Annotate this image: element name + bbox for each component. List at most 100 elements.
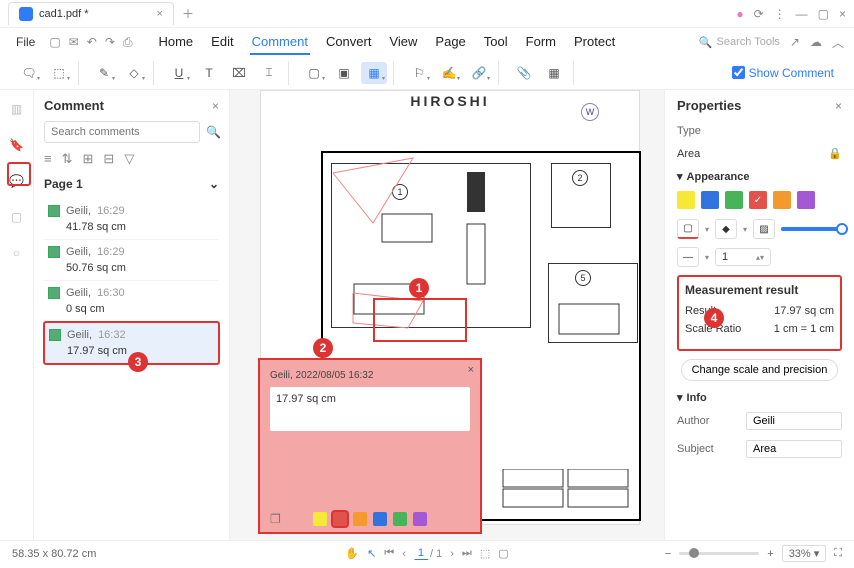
color-green[interactable]: [725, 191, 743, 209]
color-yellow[interactable]: [677, 191, 695, 209]
window-close-icon[interactable]: ×: [839, 7, 846, 21]
menu-tool[interactable]: Tool: [482, 30, 510, 55]
caret-icon[interactable]: ▾: [705, 225, 709, 234]
page-group-header[interactable]: Page 1 ⌄: [44, 177, 219, 191]
search-button-icon[interactable]: 🔍: [206, 125, 221, 139]
show-comment-toggle[interactable]: Show Comment: [732, 66, 834, 80]
underline-tool[interactable]: U▾: [166, 62, 192, 84]
popup-color-orange[interactable]: [353, 512, 367, 526]
attachments-icon[interactable]: ▢: [6, 206, 28, 228]
link-tool[interactable]: 🔗▾: [466, 62, 492, 84]
color-blue[interactable]: [701, 191, 719, 209]
popup-color-blue[interactable]: [373, 512, 387, 526]
popup-color-green[interactable]: [393, 512, 407, 526]
callout-tool[interactable]: ⌶: [256, 62, 282, 84]
caret-icon[interactable]: ▾: [705, 253, 709, 262]
select-tool-icon[interactable]: ↖: [367, 547, 376, 560]
stamp-tool[interactable]: ⬚▾: [46, 62, 72, 84]
shape2-tool[interactable]: ▣: [331, 62, 357, 84]
document-tab[interactable]: cad1.pdf * ×: [8, 2, 174, 25]
menu-form[interactable]: Form: [524, 30, 558, 55]
pencil-tool[interactable]: ✎▾: [91, 62, 117, 84]
stroke-color-button[interactable]: ▢: [677, 219, 699, 239]
popup-color-red[interactable]: [333, 512, 347, 526]
hand-tool-icon[interactable]: ✋: [345, 547, 359, 560]
window-max-icon[interactable]: ▢: [818, 7, 829, 21]
stamp2-tool[interactable]: ⚐▾: [406, 62, 432, 84]
spinner-icon[interactable]: ▴▾: [756, 253, 764, 262]
text-tool[interactable]: T: [196, 62, 222, 84]
area-tool[interactable]: ▦▾: [361, 62, 387, 84]
attach-tool[interactable]: 📎: [511, 62, 537, 84]
change-scale-button[interactable]: Change scale and precision: [681, 359, 839, 381]
shape-tool[interactable]: ▢▾: [301, 62, 327, 84]
fill-color-button[interactable]: ◆: [715, 219, 737, 239]
lock-icon[interactable]: 🔒: [828, 147, 842, 160]
badge-icon[interactable]: W: [581, 103, 599, 121]
filter-funnel-icon[interactable]: ▽: [124, 151, 134, 167]
comment-item[interactable]: Geili, 16:30 0 sq cm: [44, 281, 219, 322]
hide-tool[interactable]: ▦: [541, 62, 567, 84]
filter-list-icon[interactable]: ≡: [44, 151, 52, 167]
bookmarks-icon[interactable]: 🔖: [6, 134, 28, 156]
sign-tool[interactable]: ✍▾: [436, 62, 462, 84]
prev-page-icon[interactable]: ‹: [402, 548, 406, 560]
comment-popup[interactable]: × Geili, 2022/08/05 16:32 17.97 sq cm ❐: [258, 358, 482, 534]
fit-width-icon[interactable]: ⬚: [480, 547, 490, 560]
zoom-out-icon[interactable]: −: [665, 548, 671, 560]
redo-icon[interactable]: ↷: [105, 35, 115, 50]
undo-icon[interactable]: ↶: [87, 35, 97, 50]
window-min-icon[interactable]: —: [796, 7, 808, 21]
menu-protect[interactable]: Protect: [572, 30, 617, 55]
share-icon[interactable]: ↗: [790, 35, 800, 49]
color-orange[interactable]: [773, 191, 791, 209]
subject-input[interactable]: [746, 440, 842, 458]
cloud-icon[interactable]: ☁: [810, 35, 822, 49]
menu-home[interactable]: Home: [156, 30, 195, 55]
last-page-icon[interactable]: ⏭: [462, 547, 472, 560]
page-current[interactable]: 1: [414, 547, 428, 560]
show-comment-checkbox[interactable]: [732, 66, 745, 79]
menu-convert[interactable]: Convert: [324, 30, 374, 55]
color-red-selected[interactable]: ✓: [749, 191, 767, 209]
mail-icon[interactable]: ✉: [69, 35, 79, 50]
popup-color-purple[interactable]: [413, 512, 427, 526]
zoom-slider[interactable]: [679, 552, 759, 555]
author-input[interactable]: [746, 412, 842, 430]
filter-sort-icon[interactable]: ⇅: [62, 151, 73, 167]
caret-icon[interactable]: ▾: [743, 225, 747, 234]
search-icon[interactable]: ○: [6, 242, 28, 264]
next-page-icon[interactable]: ›: [450, 548, 454, 560]
comment-item[interactable]: Geili, 16:29 50.76 sq cm: [44, 240, 219, 281]
first-page-icon[interactable]: ⏮: [384, 547, 394, 560]
comment-panel-close-icon[interactable]: ×: [212, 99, 219, 113]
tab-add-icon[interactable]: ＋: [182, 5, 194, 22]
linestyle-button[interactable]: —: [677, 247, 699, 267]
thickness-input[interactable]: 1 ▴▾: [715, 248, 771, 266]
color-purple[interactable]: [797, 191, 815, 209]
zoom-value[interactable]: 33% ▾: [782, 545, 827, 562]
tab-close-icon[interactable]: ×: [157, 8, 163, 20]
opacity-button[interactable]: ▨: [753, 219, 775, 239]
account-icon[interactable]: ●: [736, 7, 743, 21]
search-comments-input[interactable]: [44, 121, 200, 143]
menu-file[interactable]: File: [10, 31, 41, 53]
collapse-icon[interactable]: ︿: [832, 34, 844, 51]
eraser-tool[interactable]: ◇▾: [121, 62, 147, 84]
popup-color-yellow[interactable]: [313, 512, 327, 526]
menu-view[interactable]: View: [387, 30, 419, 55]
sync-icon[interactable]: ⟳: [754, 7, 764, 21]
popup-close-icon[interactable]: ×: [468, 364, 474, 376]
menu-edit[interactable]: Edit: [209, 30, 235, 55]
note-tool[interactable]: 🗨▾: [16, 62, 42, 84]
print-icon[interactable]: ⎙: [123, 35, 133, 50]
filter-collapse-icon[interactable]: ⊟: [103, 151, 114, 167]
popup-layers-icon[interactable]: ❐: [270, 512, 281, 526]
menu-page[interactable]: Page: [433, 30, 467, 55]
fullscreen-icon[interactable]: ⛶: [834, 547, 842, 560]
more-icon[interactable]: ⋮: [774, 7, 786, 21]
zoom-in-icon[interactable]: +: [767, 548, 773, 560]
search-tools[interactable]: 🔍 Search Tools: [699, 36, 780, 49]
fit-page-icon[interactable]: ▢: [498, 547, 508, 560]
filter-expand-icon[interactable]: ⊞: [83, 151, 94, 167]
